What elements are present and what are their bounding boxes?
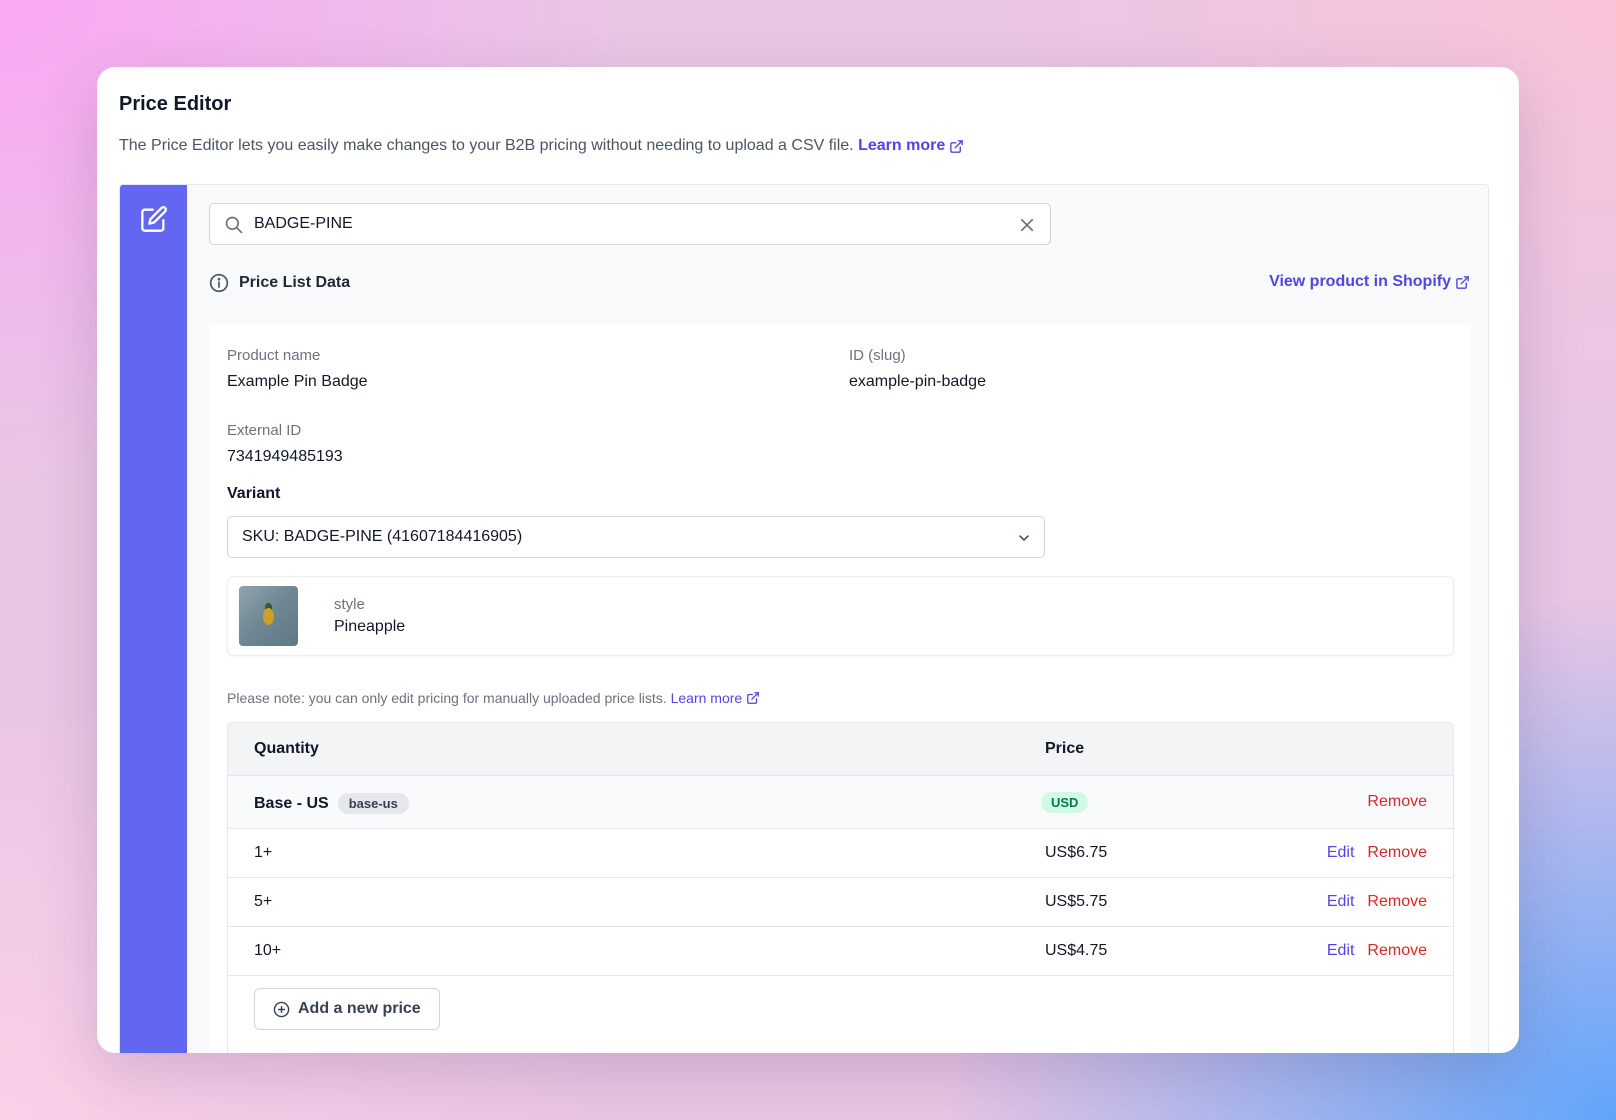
view-product-label: View product in Shopify — [1269, 273, 1451, 290]
edit-price-button[interactable]: Edit — [1327, 844, 1355, 862]
external-link-icon — [950, 139, 964, 153]
external-id-value: 7341949485193 — [227, 448, 343, 465]
editor-panel: BADGE-PINE Price List Data View product … — [119, 184, 1489, 1053]
slug-label: ID (slug) — [849, 347, 906, 364]
chevron-down-icon — [1019, 535, 1029, 541]
edit-price-button[interactable]: Edit — [1327, 942, 1355, 960]
note-learn-more-label: Learn more — [670, 690, 743, 706]
price-editor-card: Price Editor The Price Editor lets you e… — [97, 67, 1519, 1053]
row-actions: Edit Remove — [1327, 893, 1427, 911]
remove-price-button[interactable]: Remove — [1367, 942, 1427, 960]
row-price: US$5.75 — [1045, 893, 1108, 910]
price-list-group-row: Base - US base-us USD Remove — [228, 776, 1453, 829]
option-value: Pineapple — [334, 618, 406, 635]
price-table: Quantity Price Base - US base-us USD Rem… — [227, 722, 1454, 1053]
row-quantity: 5+ — [254, 893, 273, 910]
row-actions: Edit Remove — [1327, 844, 1427, 862]
row-price: US$6.75 — [1045, 844, 1108, 861]
slug-value: example-pin-badge — [849, 373, 986, 390]
section-title: Price List Data — [239, 274, 351, 291]
row-quantity: 1+ — [254, 844, 273, 861]
table-header-row: Quantity Price — [228, 723, 1453, 776]
price-list-title: Base - US — [254, 794, 329, 812]
external-link-icon — [1456, 275, 1469, 289]
column-header-price: Price — [1045, 740, 1085, 757]
product-name-value: Example Pin Badge — [227, 373, 368, 390]
external-id-label: External ID — [227, 422, 302, 439]
section-header: Price List Data — [209, 273, 350, 293]
info-icon — [209, 273, 229, 293]
table-row: 5+ US$5.75 Edit Remove — [228, 878, 1453, 927]
external-link-icon — [747, 692, 760, 704]
note-learn-more-link[interactable]: Learn more — [671, 690, 761, 706]
editor-rail — [120, 185, 187, 1053]
add-new-price-label: Add a new price — [298, 1000, 421, 1017]
variant-selected-value: SKU: BADGE-PINE (41607184416905) — [242, 528, 523, 545]
note-text: Please note: you can only edit pricing f… — [227, 690, 667, 706]
description-text: The Price Editor lets you easily make ch… — [119, 137, 854, 154]
clear-search-icon[interactable] — [1018, 216, 1036, 234]
product-panel: Product name Example Pin Badge ID (slug)… — [209, 324, 1471, 1053]
pineapple-pin-shape — [263, 608, 274, 625]
plus-circle-icon — [273, 1001, 290, 1017]
variant-card: style Pineapple — [227, 576, 1454, 656]
page-description: The Price Editor lets you easily make ch… — [119, 137, 964, 155]
search-input[interactable]: BADGE-PINE — [209, 203, 1051, 245]
column-header-quantity: Quantity — [254, 740, 319, 757]
edit-price-button[interactable]: Edit — [1327, 893, 1355, 911]
search-icon — [225, 216, 243, 234]
currency-badge: USD — [1041, 792, 1089, 813]
variant-label: Variant — [227, 485, 281, 502]
variant-thumbnail — [239, 586, 298, 646]
option-name: style — [334, 596, 365, 613]
row-price: US$4.75 — [1045, 942, 1108, 959]
table-row: 10+ US$4.75 Edit Remove — [228, 927, 1453, 976]
group-actions: Remove — [1367, 793, 1427, 811]
price-list-tag: base-us — [337, 793, 409, 814]
learn-more-label: Learn more — [858, 137, 946, 154]
view-product-link[interactable]: View product in Shopify — [1269, 273, 1470, 291]
price-list-name: Base - US base-us — [254, 793, 409, 814]
variant-select[interactable]: SKU: BADGE-PINE (41607184416905) — [227, 516, 1045, 558]
remove-price-button[interactable]: Remove — [1367, 844, 1427, 862]
learn-more-link[interactable]: Learn more — [858, 137, 964, 155]
product-name-label: Product name — [227, 347, 321, 364]
page-title: Price Editor — [119, 93, 232, 115]
row-actions: Edit Remove — [1327, 942, 1427, 960]
row-quantity: 10+ — [254, 942, 282, 959]
table-row: 1+ US$6.75 Edit Remove — [228, 829, 1453, 878]
search-value: BADGE-PINE — [254, 215, 353, 232]
edit-note: Please note: you can only edit pricing f… — [227, 690, 760, 706]
remove-price-list-button[interactable]: Remove — [1367, 793, 1427, 811]
edit-icon — [141, 206, 167, 232]
add-new-price-button[interactable]: Add a new price — [254, 988, 440, 1030]
remove-price-button[interactable]: Remove — [1367, 893, 1427, 911]
